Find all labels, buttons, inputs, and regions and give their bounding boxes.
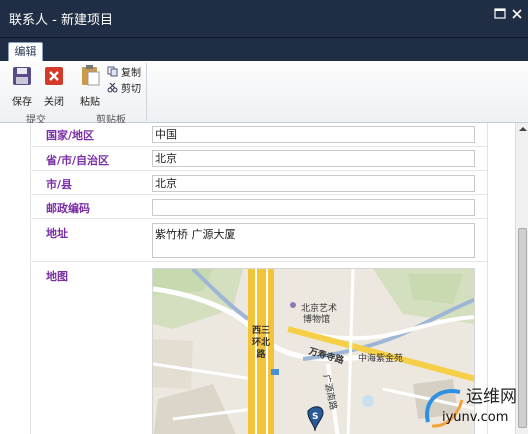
city-label: 市/县: [46, 178, 73, 191]
country-label: 国家/地区: [46, 129, 95, 142]
watermark-brand: 运维网: [466, 387, 517, 407]
province-field[interactable]: 北京: [152, 150, 475, 167]
tab-edit[interactable]: 编辑: [8, 42, 43, 61]
copy-button[interactable]: 复制: [107, 64, 141, 79]
postcode-field[interactable]: [152, 199, 475, 216]
ribbon-tab-strip: 编辑: [0, 38, 528, 61]
row-address: 地址 紫竹桥 广源大厦: [30, 219, 488, 262]
map-label-museum-2: 博物馆: [303, 315, 331, 325]
country-field[interactable]: 中国: [152, 126, 475, 143]
title-bar: 联系人 - 新建项目: [0, 0, 528, 38]
map-marker-label: S: [312, 412, 319, 422]
city-field[interactable]: 北京: [152, 175, 475, 192]
copy-icon: [107, 66, 118, 77]
map-label: 地图: [46, 270, 68, 283]
map-label-ring-road: 西三环北路: [251, 326, 270, 360]
province-label: 省/市/自治区: [46, 154, 110, 167]
ribbon-group-divider: [146, 63, 147, 121]
paste-button[interactable]: 粘贴: [77, 63, 103, 108]
cut-button[interactable]: 剪切: [107, 80, 141, 95]
ribbon: 保存 关闭 提交 粘贴 复制 剪切 剪贴板: [0, 61, 528, 126]
save-icon: [13, 67, 31, 85]
watermark: 运维网 iyunv.com: [418, 380, 528, 434]
cut-label: 剪切: [121, 84, 141, 95]
scissors-icon: [107, 82, 118, 93]
row-country: 国家/地区 中国: [30, 123, 488, 147]
save-label: 保存: [12, 97, 32, 108]
copy-label: 复制: [121, 68, 141, 79]
address-field[interactable]: 紫竹桥 广源大厦: [152, 223, 475, 258]
row-postcode: 邮政编码: [30, 195, 488, 219]
close-form-icon: [45, 67, 63, 85]
map-label-community: 中海紫金苑: [358, 354, 404, 364]
watermark-site: iyunv.com: [442, 410, 509, 425]
close-label: 关闭: [44, 97, 64, 108]
window-title: 联系人 - 新建项目: [9, 13, 113, 28]
row-city: 市/县 北京: [30, 171, 488, 195]
address-label: 地址: [46, 227, 68, 240]
save-button[interactable]: 保存: [8, 65, 36, 108]
close-button[interactable]: 关闭: [40, 65, 68, 108]
paste-icon: [82, 65, 100, 86]
paste-label: 粘贴: [80, 97, 100, 108]
postcode-label: 邮政编码: [46, 202, 90, 215]
maximize-icon[interactable]: [493, 8, 507, 20]
scroll-up-icon[interactable]: [519, 127, 527, 131]
close-icon[interactable]: [510, 8, 524, 20]
row-province: 省/市/自治区 北京: [30, 147, 488, 171]
